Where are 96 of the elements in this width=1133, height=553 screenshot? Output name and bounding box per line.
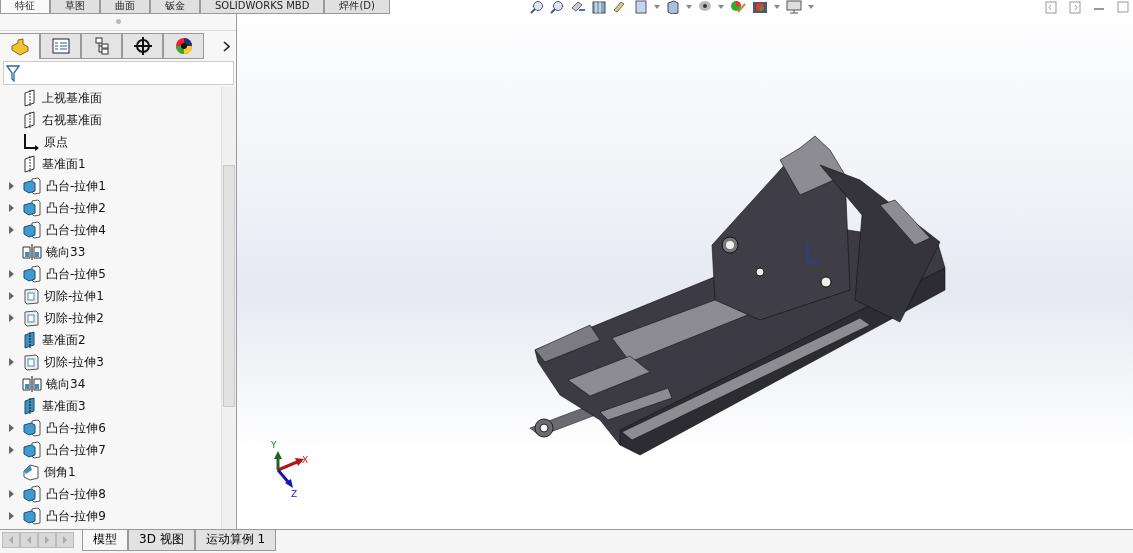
crosshair-icon <box>133 37 152 55</box>
extrude-cube-icon <box>22 199 42 217</box>
previous-arrow-icon <box>25 536 33 545</box>
expand-arrow-icon[interactable] <box>8 490 14 498</box>
chevron-right-icon[interactable] <box>223 40 230 52</box>
caret-icon[interactable] <box>686 5 692 9</box>
bottom-tab[interactable]: 3D 视图 <box>128 530 195 552</box>
tree-item[interactable]: 右视基准面 <box>42 111 102 129</box>
page-right-icon[interactable] <box>1069 0 1081 14</box>
extrude-cube-icon <box>22 221 42 239</box>
section-view-icon[interactable] <box>592 0 606 14</box>
extrude-cube-icon <box>22 441 42 459</box>
caret-icon[interactable] <box>654 5 660 9</box>
expand-arrow-icon[interactable] <box>8 182 14 190</box>
tree-item[interactable]: 切除-拉伸2 <box>44 309 104 327</box>
first-arrow-icon <box>7 536 15 545</box>
tab-scroll-button[interactable] <box>2 532 20 549</box>
bottom-tab[interactable]: 运动算例 1 <box>194 530 277 552</box>
tree-item[interactable]: 基准面2 <box>42 331 86 349</box>
plane-icon <box>22 155 38 173</box>
tree-item[interactable]: 凸台-拉伸6 <box>46 419 106 437</box>
tab-scroll-button[interactable] <box>56 532 74 549</box>
extrude-cube-icon <box>22 265 42 283</box>
tree-item[interactable]: 凸台-拉伸4 <box>46 221 106 239</box>
chamfer-icon <box>22 463 40 481</box>
page-left-icon[interactable] <box>1045 0 1057 14</box>
tree-item[interactable]: 原点 <box>44 133 68 151</box>
panel-tab[interactable] <box>122 33 163 59</box>
eye-icon[interactable] <box>698 0 712 14</box>
cut-block-icon <box>22 287 40 305</box>
tree-item[interactable]: 基准面1 <box>42 155 86 173</box>
tree-item[interactable]: 凸台-拉伸5 <box>46 265 106 283</box>
cube-icon[interactable] <box>666 0 680 14</box>
expand-arrow-icon[interactable] <box>8 446 14 454</box>
panel-tab[interactable] <box>163 33 204 59</box>
tab-scroll-button[interactable] <box>20 532 38 549</box>
extrude-cube-icon <box>22 507 42 525</box>
tree-item[interactable]: 凸台-拉伸2 <box>46 199 106 217</box>
ribbon-tab[interactable]: 曲面 <box>100 0 150 14</box>
ribbon-tab[interactable]: 钣金 <box>150 0 200 14</box>
cut-block-icon <box>22 309 40 327</box>
expand-arrow-icon[interactable] <box>8 424 14 432</box>
ribbon-tab[interactable]: 焊件(D) <box>324 0 390 14</box>
expand-arrow-icon[interactable] <box>8 292 14 300</box>
tree-item[interactable]: 镜向34 <box>46 375 86 393</box>
tree-item[interactable]: 凸台-拉伸1 <box>46 177 106 195</box>
monitor-icon[interactable] <box>786 0 802 14</box>
magnifier-icon[interactable] <box>530 0 544 14</box>
expand-arrow-icon[interactable] <box>8 204 14 212</box>
filter-field[interactable] <box>3 61 234 85</box>
grip-handle[interactable] <box>115 18 121 24</box>
part-icon <box>9 37 30 56</box>
last-arrow-icon <box>61 536 69 545</box>
tree-item[interactable]: 切除-拉伸3 <box>44 353 104 371</box>
tree-item[interactable]: 倒角1 <box>44 463 76 481</box>
tree-item[interactable]: 凸台-拉伸7 <box>46 441 106 459</box>
tab-scroll-button[interactable] <box>38 532 56 549</box>
expand-arrow-icon[interactable] <box>8 226 14 234</box>
extrude-cube-icon <box>22 419 42 437</box>
expand-arrow-icon[interactable] <box>8 314 14 322</box>
mirror-icon <box>22 375 42 393</box>
plane-icon <box>22 89 38 107</box>
bottom-tab[interactable]: 模型 <box>82 530 128 552</box>
expand-arrow-icon[interactable] <box>8 512 14 520</box>
plane-icon <box>22 111 38 129</box>
caret-icon[interactable] <box>808 5 814 9</box>
caret-icon[interactable] <box>774 5 780 9</box>
cut-block-icon <box>22 353 40 371</box>
mirror-icon <box>22 243 42 261</box>
next-arrow-icon <box>43 536 51 545</box>
caret-icon[interactable] <box>718 5 724 9</box>
ribbon-tab[interactable]: 草图 <box>50 0 100 14</box>
configuration-tree-icon <box>93 37 110 55</box>
tree-item[interactable]: 基准面3 <box>42 397 86 415</box>
tree-item[interactable]: 镜向33 <box>46 243 86 261</box>
expand-arrow-icon[interactable] <box>8 270 14 278</box>
expand-arrow-icon[interactable] <box>8 358 14 366</box>
property-list-icon <box>51 38 70 54</box>
tree-item[interactable]: 凸台-拉伸8 <box>46 485 106 503</box>
filter-icon <box>6 64 20 82</box>
color-ball-icon <box>174 37 193 55</box>
scrollbar[interactable] <box>221 87 236 530</box>
ribbon-tab[interactable]: 特征 <box>0 0 50 14</box>
plane-icon <box>22 331 38 349</box>
origin-axes-icon <box>22 133 40 151</box>
plane-icon <box>22 397 38 415</box>
magnifier-icon[interactable] <box>550 0 564 14</box>
tree-item[interactable]: 上视基准面 <box>42 89 102 107</box>
extrude-cube-icon <box>22 485 42 503</box>
ribbon-tab[interactable]: SOLIDWORKS MBD <box>200 0 325 14</box>
extrude-cube-icon <box>22 177 42 195</box>
tree-item[interactable]: 切除-拉伸1 <box>44 287 104 305</box>
axis-triad-drawing: Y X Z <box>271 440 309 499</box>
appearance-pencil-icon[interactable] <box>730 0 746 14</box>
scroll-thumb[interactable] <box>223 165 235 407</box>
tree-item[interactable]: 凸台-拉伸9 <box>46 507 106 525</box>
